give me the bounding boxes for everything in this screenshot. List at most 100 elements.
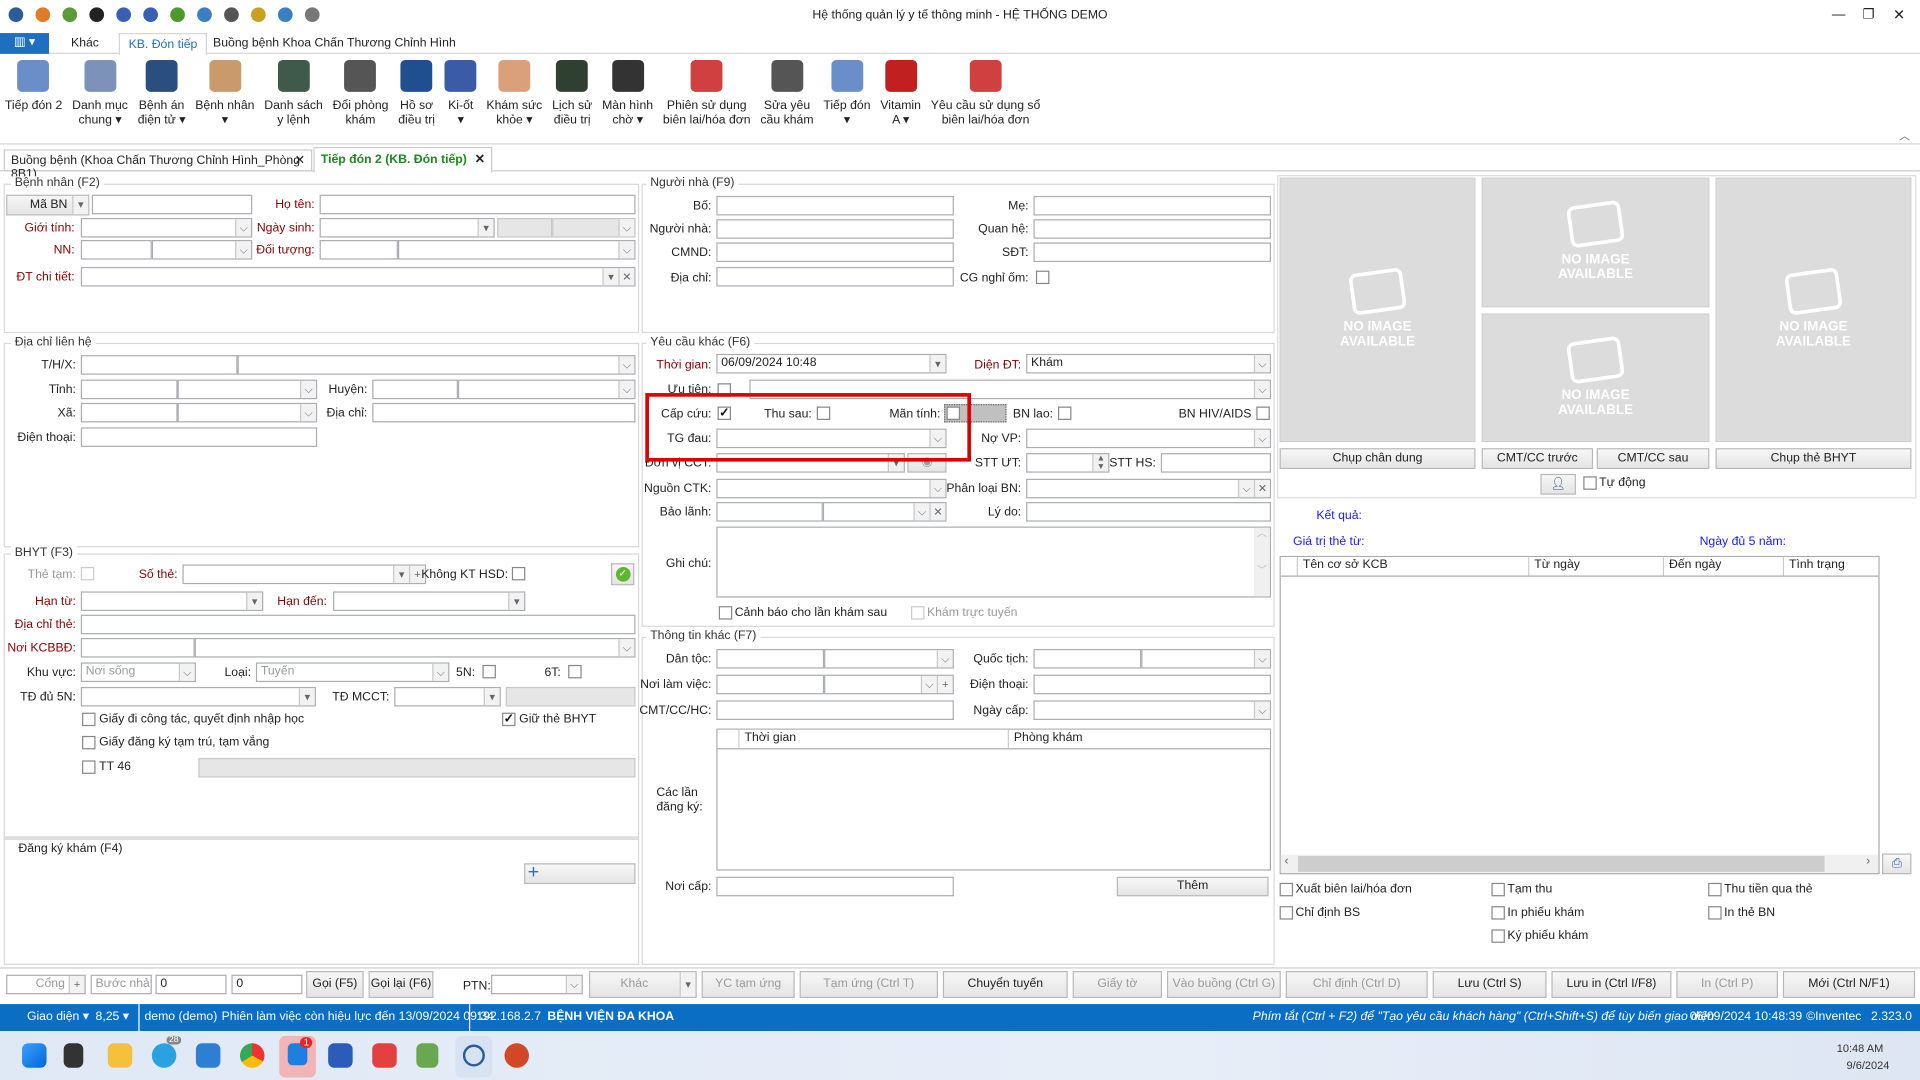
chup-the-bhyt-button[interactable]: Chụp thẻ BHYT — [1715, 448, 1912, 469]
column-header[interactable]: Tình trạng — [1784, 557, 1879, 576]
goi-lai-button[interactable]: Gọi lại (F6) — [368, 971, 434, 998]
column-header[interactable]: Đến ngày — [1664, 557, 1785, 576]
ribbon-button[interactable]: Sửa yêu cầu khám — [756, 55, 819, 143]
ptn-select[interactable]: ⌵ — [491, 974, 583, 995]
app-menu-button[interactable]: ▥ ▾ — [0, 33, 49, 54]
cmt-sau-button[interactable]: CMT/CC sau — [1596, 448, 1710, 469]
cong-input[interactable]: Cổng + — [6, 974, 86, 995]
windows-start-icon[interactable] — [22, 1043, 47, 1068]
kham-truc-tuyen-checkbox[interactable] — [911, 606, 925, 620]
clock-date[interactable]: 9/6/2024 — [1847, 1059, 1890, 1071]
scroll-left-icon[interactable]: ‹ — [1284, 855, 1288, 868]
luu-in-button[interactable]: Lưu in (Ctrl I/F8) — [1551, 971, 1672, 998]
nguon-ctk-select[interactable]: ⌵ — [716, 478, 947, 499]
column-header[interactable]: Từ ngày — [1529, 557, 1665, 576]
xuat-bien-lai-checkbox[interactable] — [1279, 882, 1294, 897]
his-app-icon[interactable] — [455, 1035, 493, 1078]
giay-cong-tac-checkbox[interactable] — [82, 712, 96, 727]
close-tab-icon[interactable]: ✕ — [475, 153, 485, 166]
minimize-button[interactable]: — — [1832, 7, 1845, 22]
sdt-input[interactable] — [1033, 242, 1272, 263]
nn-code-input[interactable] — [80, 240, 152, 260]
noi-cap-input[interactable] — [716, 876, 954, 897]
huyen-code-input[interactable] — [372, 379, 458, 400]
goi-button[interactable]: Gọi (F5) — [306, 971, 364, 998]
tab-buong-benh[interactable]: Buồng bệnh Khoa Chấn Thương Chỉnh Hình — [213, 37, 456, 50]
ribbon-button[interactable]: Danh sách y lệnh — [259, 55, 327, 143]
nguoi-nha-input[interactable] — [716, 219, 954, 239]
ribbon-button[interactable]: Màn hình chờ ▾ — [597, 55, 658, 143]
bao-lanh-code-input[interactable] — [716, 502, 823, 522]
dien-dt-select[interactable]: Khám ⌵ — [1026, 353, 1272, 374]
bn-hiv-checkbox[interactable] — [1256, 406, 1270, 421]
gioi-tinh-select[interactable]: ⌵ — [80, 217, 253, 238]
task-view-icon[interactable] — [63, 1043, 84, 1068]
ribbon-button[interactable]: Lịch sử điều trị — [547, 55, 597, 143]
quoc-tich-select[interactable]: ⌵ — [1141, 648, 1272, 669]
xa-select[interactable]: ⌵ — [177, 402, 318, 423]
in-the-bn-checkbox[interactable] — [1708, 906, 1722, 920]
tab-khac[interactable]: Khác — [71, 37, 99, 50]
in-button[interactable]: In (Ctrl P) — [1676, 971, 1778, 998]
notepad-icon[interactable] — [416, 1043, 439, 1068]
chrome-icon[interactable] — [240, 1043, 265, 1068]
luu-button[interactable]: Lưu (Ctrl S) — [1432, 971, 1547, 998]
thx-select[interactable]: ⌵ — [237, 355, 636, 375]
anydesk-icon[interactable] — [372, 1043, 397, 1068]
ribbon-button[interactable]: Vitamin A ▾ — [875, 55, 925, 143]
scrollbar[interactable]: ︿ ﹀ — [1253, 527, 1270, 597]
td-mcct-input[interactable]: ▾ — [394, 686, 501, 707]
clear-icon[interactable]: ✕ — [1253, 480, 1270, 498]
restore-button[interactable]: ❐ — [1862, 6, 1874, 22]
quan-he-input[interactable] — [1033, 219, 1272, 239]
quoc-tich-code-input[interactable] — [1033, 648, 1142, 669]
me-input[interactable] — [1033, 195, 1272, 216]
giay-tam-tru-checkbox[interactable] — [82, 735, 96, 750]
in-phieu-kham-checkbox[interactable] — [1491, 906, 1505, 920]
zoom-menu[interactable]: 8,25 ▾ — [96, 1004, 129, 1031]
ghi-chu-textarea[interactable]: ︿ ﹀ — [716, 526, 1272, 598]
add-icon[interactable]: + — [936, 675, 953, 694]
add-register-button[interactable]: + — [524, 863, 636, 885]
powerpoint-icon[interactable] — [504, 1043, 529, 1068]
tinh-select[interactable]: ⌵ — [177, 379, 318, 400]
them-button[interactable]: Thêm — [1116, 876, 1269, 897]
ribbon-button[interactable]: Tiếp đón ▾ — [818, 55, 875, 143]
han-den-input[interactable]: ▾ — [333, 591, 526, 612]
clear-icon[interactable]: ✕ — [929, 503, 946, 521]
the-tam-checkbox[interactable] — [80, 566, 95, 581]
6t-checkbox[interactable] — [568, 664, 582, 679]
ma-bn-selector[interactable]: Mã BN ▾ — [6, 194, 90, 216]
td-du-5n-input[interactable]: ▾ — [80, 686, 316, 707]
doi-tuong-code-input[interactable] — [319, 240, 398, 260]
ribbon-button[interactable]: Khám sức khỏe ▾ — [482, 55, 548, 143]
yc-tam-ung-button[interactable]: YC tạm ứng — [701, 971, 795, 998]
value-input-1[interactable]: 0 — [155, 974, 227, 995]
chi-dinh-bs-checkbox[interactable] — [1279, 906, 1294, 920]
bn-lao-checkbox[interactable] — [1057, 406, 1072, 421]
vao-buong-button[interactable]: Vào buồng (Ctrl G) — [1166, 971, 1281, 998]
zalo-icon[interactable]: 1 — [279, 1035, 316, 1078]
thu-tien-the-checkbox[interactable] — [1708, 882, 1722, 897]
face-capture-button[interactable]: 👤︎ — [1540, 473, 1576, 495]
noi-lam-viec-select[interactable]: ⌵ + — [824, 674, 954, 695]
cg-nghi-om-checkbox[interactable] — [1035, 270, 1050, 285]
dan-toc-select[interactable]: ⌵ — [824, 648, 954, 669]
info-dien-thoai-input[interactable] — [1033, 674, 1272, 695]
print-button[interactable]: ⎙ — [1882, 853, 1912, 875]
loai-select[interactable]: Tuyến ⌵ — [255, 662, 450, 683]
stt-ut-spinner[interactable]: ▲ ▼ — [1026, 453, 1110, 473]
noi-kcbbd-select[interactable]: ⌵ — [194, 637, 636, 658]
ngay-sinh-input[interactable]: ▾ — [319, 217, 495, 238]
ngay-cap-select[interactable]: ⌵ — [1033, 700, 1272, 721]
file-explorer-icon[interactable] — [107, 1043, 133, 1068]
giao-dien-menu[interactable]: Giao diện ▾ — [27, 1004, 89, 1031]
close-button[interactable]: ✕ — [1893, 6, 1905, 23]
telegram-icon[interactable]: 28 — [151, 1035, 181, 1068]
ribbon-button[interactable]: Hồ sơ điều trị — [393, 55, 440, 143]
clear-icon[interactable]: ✕ — [618, 268, 635, 286]
chuyen-tuyen-button[interactable]: Chuyển tuyến — [942, 971, 1068, 998]
chup-chan-dung-button[interactable]: Chụp chân dung — [1279, 448, 1476, 469]
collapse-ribbon-icon[interactable]: ︿ — [1899, 127, 1910, 143]
noi-lam-viec-code-input[interactable] — [716, 674, 825, 695]
